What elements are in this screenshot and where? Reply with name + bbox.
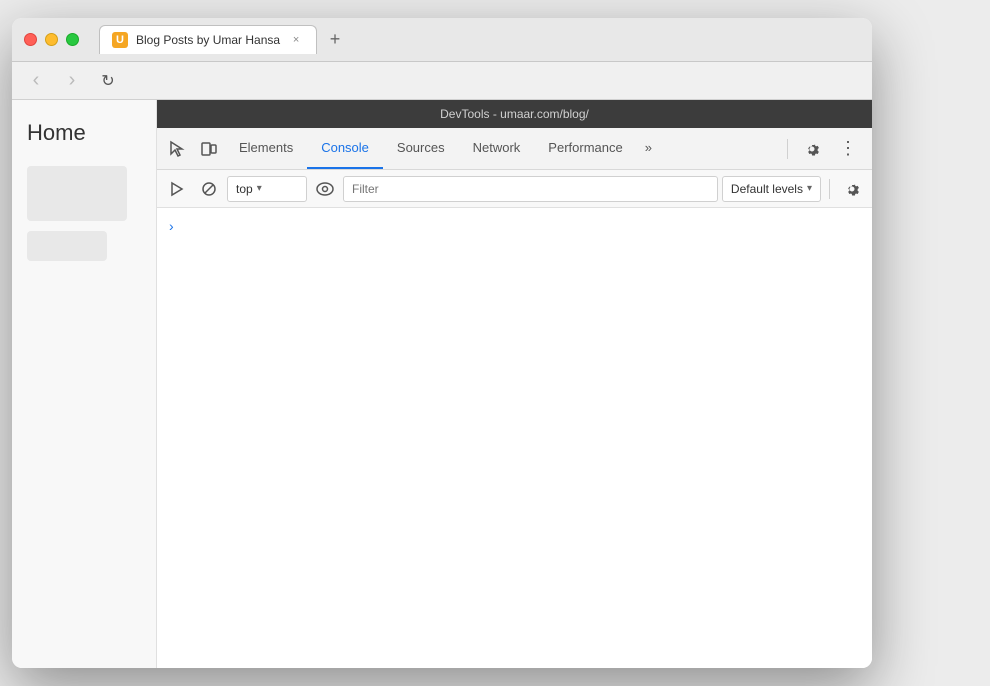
cursor-icon xyxy=(168,140,186,158)
console-prompt[interactable]: › xyxy=(165,216,864,236)
tab-console[interactable]: Console xyxy=(307,128,383,169)
devtools-settings-button[interactable] xyxy=(796,141,828,157)
context-value: top xyxy=(236,182,253,196)
webpage-card-2 xyxy=(27,231,107,261)
title-bar: U Blog Posts by Umar Hansa × + xyxy=(12,18,872,62)
log-levels-selector[interactable]: Default levels ▾ xyxy=(722,176,821,202)
new-tab-button[interactable]: + xyxy=(321,26,349,54)
forward-button[interactable]: › xyxy=(58,67,86,95)
traffic-lights xyxy=(24,33,79,46)
tab-title: Blog Posts by Umar Hansa xyxy=(136,33,280,47)
console-gear-icon xyxy=(844,181,860,197)
tab-performance[interactable]: Performance xyxy=(534,128,636,169)
settings-gear-icon xyxy=(804,141,820,157)
devtools-titlebar: DevTools - umaar.com/blog/ xyxy=(157,100,872,128)
block-icon xyxy=(201,181,217,197)
tab-close-button[interactable]: × xyxy=(288,32,304,48)
back-button[interactable]: ‹ xyxy=(22,67,50,95)
browser-window: U Blog Posts by Umar Hansa × + ‹ › xyxy=(12,18,872,668)
nav-bar: ‹ › ↻ xyxy=(12,62,872,100)
tab-elements[interactable]: Elements xyxy=(225,128,307,169)
block-button[interactable] xyxy=(195,175,223,203)
tab-bar: U Blog Posts by Umar Hansa × + xyxy=(99,25,860,54)
inspect-element-button[interactable] xyxy=(161,128,193,169)
webpage-area: Home xyxy=(12,100,157,668)
console-settings-button[interactable] xyxy=(838,175,866,203)
filter-input[interactable] xyxy=(343,176,718,202)
browser-tab[interactable]: U Blog Posts by Umar Hansa × xyxy=(99,25,317,54)
tab-favicon: U xyxy=(112,32,128,48)
device-mode-button[interactable] xyxy=(193,128,225,169)
devtools-panel: DevTools - umaar.com/blog/ xyxy=(157,100,872,668)
minimize-button[interactable] xyxy=(45,33,58,46)
close-button[interactable] xyxy=(24,33,37,46)
toolbar-divider xyxy=(829,179,830,199)
tab-more[interactable]: » xyxy=(637,128,660,169)
devtools-title-text: DevTools - umaar.com/blog/ xyxy=(440,107,589,121)
play-icon xyxy=(169,181,185,197)
levels-arrow-icon: ▾ xyxy=(807,183,812,194)
context-selector[interactable]: top ▾ xyxy=(227,176,307,202)
levels-label: Default levels xyxy=(731,182,803,196)
console-output: › xyxy=(157,208,872,668)
devtools-more-button[interactable]: ⋮ xyxy=(832,138,864,159)
tab-sources[interactable]: Sources xyxy=(383,128,459,169)
browser-content: Home DevTools - umaar.com/blog/ xyxy=(12,100,872,668)
webpage-home-text: Home xyxy=(27,120,141,146)
tabs-divider xyxy=(787,139,788,159)
devtools-toolbar: top ▾ Default levels xyxy=(157,170,872,208)
tab-network[interactable]: Network xyxy=(459,128,535,169)
webpage-card-1 xyxy=(27,166,127,221)
desktop: U Blog Posts by Umar Hansa × + ‹ › xyxy=(0,0,990,686)
devtools-tabs-right: ⋮ xyxy=(783,128,868,169)
device-icon xyxy=(200,140,218,158)
reload-button[interactable]: ↻ xyxy=(94,67,122,95)
eye-button[interactable] xyxy=(311,175,339,203)
context-arrow-icon: ▾ xyxy=(257,183,262,194)
maximize-button[interactable] xyxy=(66,33,79,46)
clear-console-button[interactable] xyxy=(163,175,191,203)
devtools-tabs-bar: Elements Console Sources Network Perform… xyxy=(157,128,872,170)
eye-icon xyxy=(316,182,334,196)
